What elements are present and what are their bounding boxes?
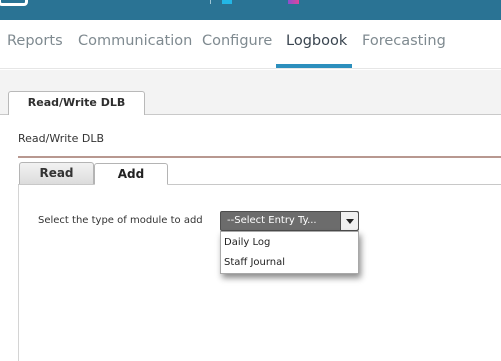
dropdown-option-daily-log[interactable]: Daily Log xyxy=(224,237,270,248)
nav-item-configure[interactable]: Configure xyxy=(202,33,272,49)
entry-type-selected-value: --Select Entry Ty... xyxy=(227,215,317,226)
top-header-bar xyxy=(0,0,501,20)
nav-item-communication[interactable]: Communication xyxy=(78,33,192,49)
nav-item-logbook[interactable]: Logbook xyxy=(286,33,347,49)
nav-item-reports[interactable]: Reports xyxy=(7,33,63,49)
logo-icon xyxy=(0,0,28,6)
tab-read[interactable]: Read xyxy=(19,162,94,184)
header-divider xyxy=(210,0,211,4)
main-navigation: Reports Communication Configure Logbook … xyxy=(0,20,501,69)
active-nav-indicator xyxy=(276,64,352,68)
dropdown-option-staff-journal[interactable]: Staff Journal xyxy=(224,257,285,268)
nav-item-forecasting[interactable]: Forecasting xyxy=(362,33,446,49)
content-area: Read/Write DLB Read/Write DLB Read Add S… xyxy=(0,70,501,361)
chevron-down-icon xyxy=(346,219,354,224)
page: Reports Communication Configure Logbook … xyxy=(0,0,501,361)
section-divider xyxy=(18,156,501,158)
dropdown-toggle-button[interactable] xyxy=(340,212,358,230)
section-title: Read/Write DLB xyxy=(18,132,105,145)
tab-read-write-dlb[interactable]: Read/Write DLB xyxy=(8,91,145,115)
entry-type-select[interactable]: --Select Entry Ty... xyxy=(220,211,359,231)
inner-tab-strip-divider xyxy=(18,184,501,185)
entry-type-dropdown-list: Daily Log Staff Journal xyxy=(220,231,359,274)
module-type-label: Select the type of module to add xyxy=(38,215,203,226)
header-app-icon[interactable] xyxy=(222,0,232,4)
header-app-icon-2[interactable] xyxy=(288,0,299,4)
tab-add[interactable]: Add xyxy=(94,163,168,185)
